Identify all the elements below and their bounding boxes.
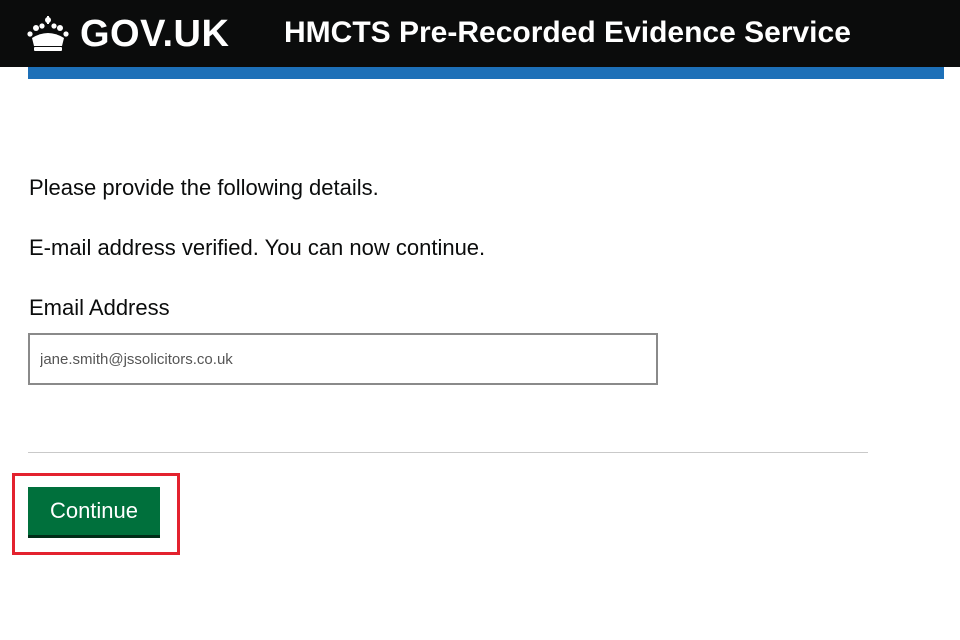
govuk-header: GOV.UK HMCTS Pre-Recorded Evidence Servi… <box>0 0 960 67</box>
logo-text: GOV.UK <box>80 13 230 55</box>
email-field[interactable] <box>28 333 658 385</box>
continue-button[interactable]: Continue <box>28 487 160 538</box>
govuk-logo[interactable]: GOV.UK <box>26 9 229 59</box>
header-blue-bar <box>28 67 944 79</box>
service-name[interactable]: HMCTS Pre-Recorded Evidence Service <box>284 15 851 51</box>
intro-text: Please provide the following details. <box>29 175 379 200</box>
verified-message: E-mail address verified. You can now con… <box>29 235 486 260</box>
section-divider <box>28 452 868 453</box>
crown-icon <box>27 16 69 51</box>
email-label: Email Address <box>29 295 170 320</box>
